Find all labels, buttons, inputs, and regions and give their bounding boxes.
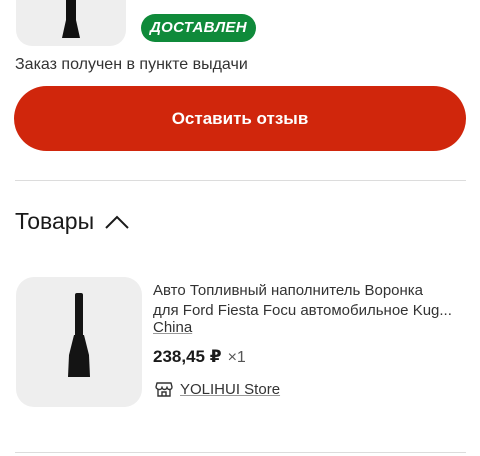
product-price: 238,45 ₽ <box>153 347 222 366</box>
product-title-line-1: Авто Топливный наполнитель Воронка <box>153 282 424 299</box>
previous-product-thumbnail[interactable] <box>16 0 126 46</box>
product-thumbnail[interactable] <box>16 277 142 407</box>
divider <box>15 180 466 181</box>
divider <box>15 452 466 453</box>
order-status-text: Заказ получен в пункте выдачи <box>15 56 248 73</box>
funnel-image <box>62 0 80 38</box>
status-badge: ДОСТАВЛЕН <box>141 14 256 42</box>
product-origin-link[interactable]: China <box>153 319 192 336</box>
product-title-line-2: для Ford Fiesta Focu автомобильное Kug..… <box>153 302 452 319</box>
store-icon <box>155 380 173 398</box>
funnel-image <box>68 293 90 377</box>
product-title[interactable]: Авто Топливный наполнитель Воронка для F… <box>153 281 473 321</box>
price-row: 238,45 ₽ ×1 <box>153 347 246 367</box>
product-quantity: ×1 <box>227 349 246 366</box>
store-name: YOLIHUI Store <box>180 380 281 398</box>
products-section-title: Товары <box>15 208 95 234</box>
chevron-up-icon[interactable] <box>104 214 130 230</box>
leave-review-button[interactable]: Оставить отзыв <box>14 86 466 151</box>
store-link[interactable]: YOLIHUI Store <box>155 380 280 398</box>
products-section-header[interactable]: Товары <box>15 208 130 235</box>
